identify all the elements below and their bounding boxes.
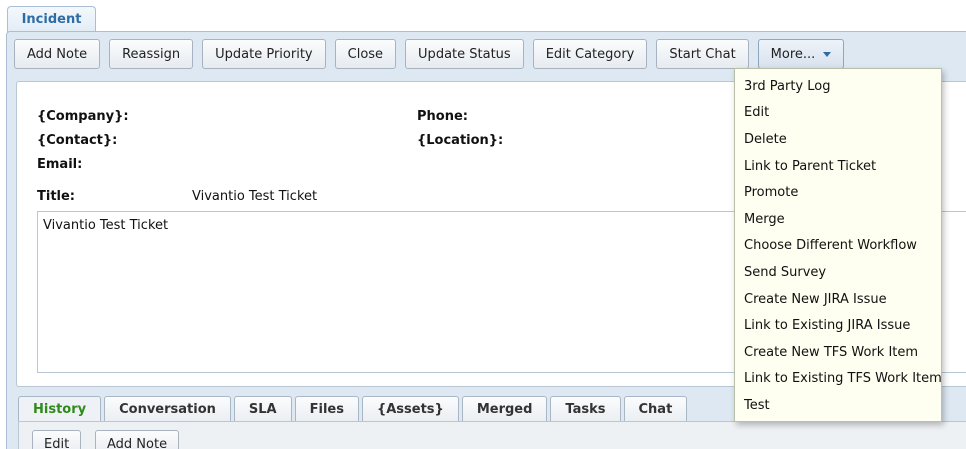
tab-merged[interactable]: Merged bbox=[461, 396, 548, 422]
tab-files[interactable]: Files bbox=[294, 396, 359, 422]
menu-item-link-parent-ticket[interactable]: Link to Parent Ticket bbox=[735, 153, 941, 180]
chevron-down-icon bbox=[823, 51, 832, 57]
menu-item-link-jira-issue[interactable]: Link to Existing JIRA Issue bbox=[735, 312, 941, 339]
tab-conversation[interactable]: Conversation bbox=[104, 396, 231, 422]
menu-item-edit[interactable]: Edit bbox=[735, 100, 941, 127]
title-value: Vivantio Test Ticket bbox=[192, 189, 318, 204]
phone-label: Phone: bbox=[417, 109, 468, 124]
menu-item-send-survey[interactable]: Send Survey bbox=[735, 259, 941, 286]
more-button-label: More... bbox=[770, 46, 816, 62]
reassign-button[interactable]: Reassign bbox=[109, 39, 194, 69]
menu-item-create-jira-issue[interactable]: Create New JIRA Issue bbox=[735, 286, 941, 313]
menu-item-promote[interactable]: Promote bbox=[735, 179, 941, 206]
menu-item-choose-workflow[interactable]: Choose Different Workflow bbox=[735, 233, 941, 260]
menu-item-3rd-party-log[interactable]: 3rd Party Log bbox=[735, 73, 941, 100]
description-text: Vivantio Test Ticket bbox=[43, 218, 169, 233]
update-priority-button[interactable]: Update Priority bbox=[202, 39, 326, 69]
menu-item-merge[interactable]: Merge bbox=[735, 206, 941, 233]
tab-assets[interactable]: {Assets} bbox=[361, 396, 459, 422]
history-add-note-button[interactable]: Add Note bbox=[95, 430, 180, 449]
tab-chat[interactable]: Chat bbox=[623, 396, 688, 422]
start-chat-button[interactable]: Start Chat bbox=[656, 39, 749, 69]
tab-tasks[interactable]: Tasks bbox=[550, 396, 621, 422]
detail-tabs: History Conversation SLA Files {Assets} … bbox=[18, 396, 688, 422]
add-note-button[interactable]: Add Note bbox=[14, 39, 101, 69]
menu-item-delete[interactable]: Delete bbox=[735, 126, 941, 153]
action-toolbar: Add Note Reassign Update Priority Close … bbox=[14, 39, 845, 69]
history-edit-button[interactable]: Edit bbox=[32, 430, 82, 449]
edit-category-button[interactable]: Edit Category bbox=[532, 39, 648, 69]
location-label: {Location}: bbox=[417, 133, 504, 148]
more-button[interactable]: More... bbox=[757, 39, 845, 69]
title-label: Title: bbox=[37, 189, 76, 204]
tab-history[interactable]: History bbox=[18, 396, 102, 422]
menu-item-link-tfs-item[interactable]: Link to Existing TFS Work Item bbox=[735, 366, 942, 393]
contact-label: {Contact}: bbox=[37, 133, 118, 148]
update-status-button[interactable]: Update Status bbox=[405, 39, 524, 69]
tab-incident[interactable]: Incident bbox=[7, 6, 96, 32]
company-label: {Company}: bbox=[37, 109, 129, 124]
incident-page: Incident Add Note Reassign Update Priori… bbox=[0, 0, 966, 449]
close-button[interactable]: Close bbox=[334, 39, 397, 69]
more-dropdown-menu: 3rd Party Log Edit Delete Link to Parent… bbox=[734, 68, 942, 422]
tab-sla[interactable]: SLA bbox=[233, 396, 292, 422]
email-label: Email: bbox=[37, 157, 83, 172]
menu-item-test[interactable]: Test bbox=[735, 392, 941, 419]
menu-item-create-tfs-item[interactable]: Create New TFS Work Item bbox=[735, 339, 941, 366]
